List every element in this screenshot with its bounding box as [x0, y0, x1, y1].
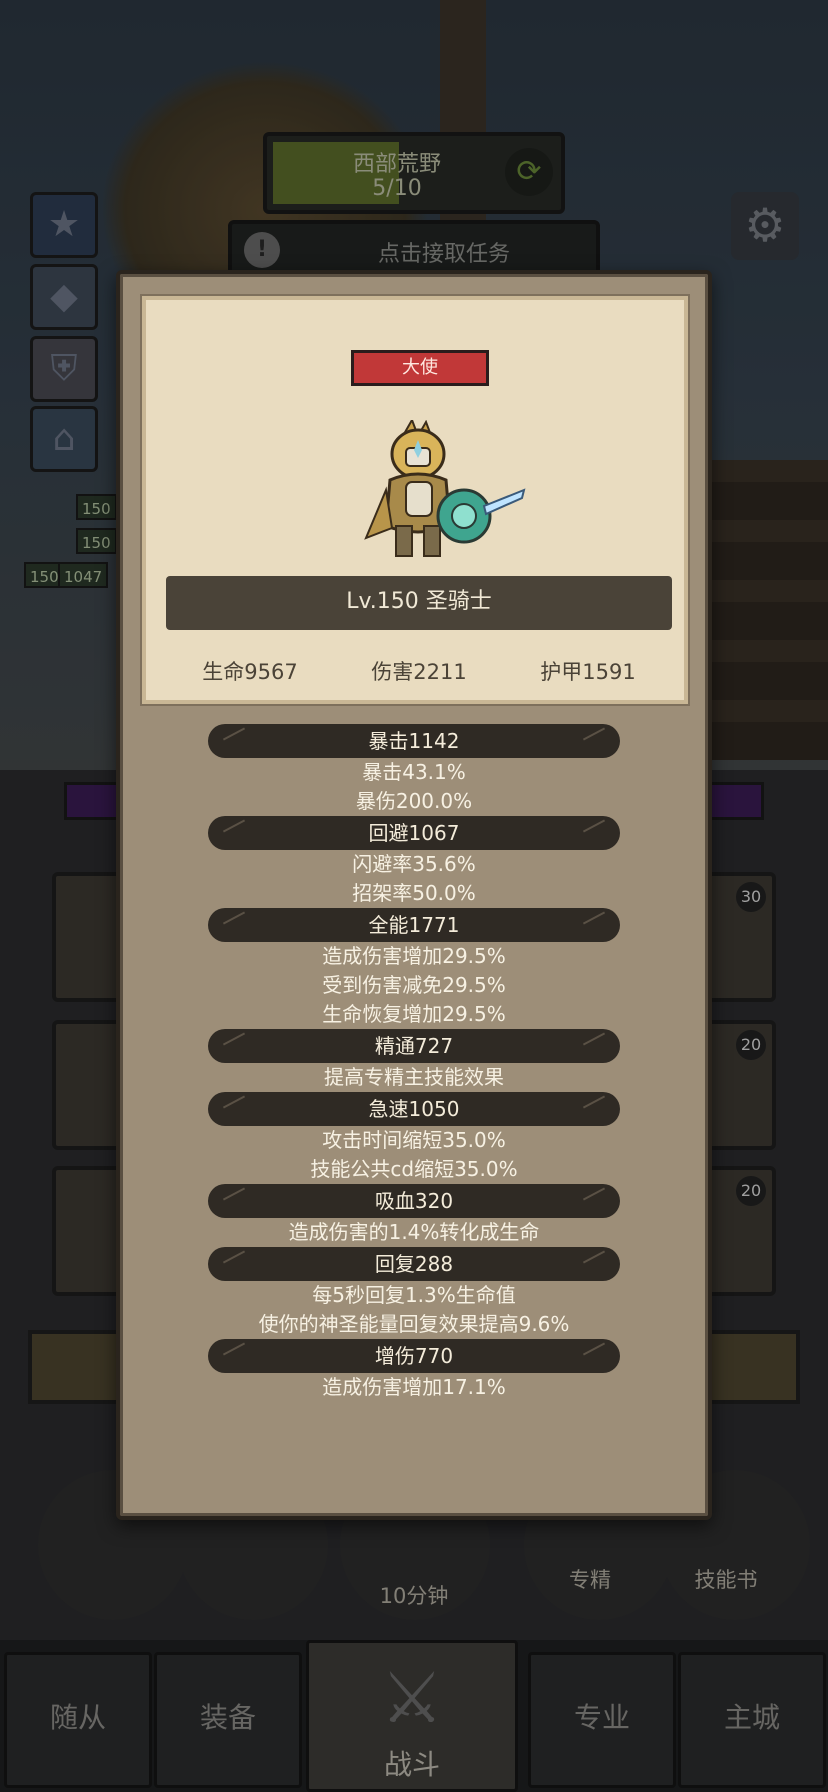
stat-list: 暴击1142 暴击43.1% 暴伤200.0% 回避1067 闪避率35.6% … — [120, 724, 708, 1402]
stat-header: 暴击1142 — [208, 724, 620, 758]
stat-header: 增伤770 — [208, 1339, 620, 1373]
hp-stat: 生命9567 — [202, 660, 298, 684]
stat-line: 提高专精主技能效果 — [324, 1065, 504, 1089]
stat-line: 技能公共cd缩短35.0% — [310, 1157, 518, 1181]
stat-line: 使你的神圣能量回复效果提高9.6% — [258, 1312, 570, 1336]
stat-group-haste: 急速1050 攻击时间缩短35.0% 技能公共cd缩短35.0% — [120, 1092, 708, 1184]
stat-line: 生命恢复增加29.5% — [322, 1002, 506, 1026]
stat-line: 造成伤害增加17.1% — [322, 1375, 506, 1399]
stat-line: 每5秒回复1.3%生命值 — [312, 1283, 516, 1307]
hero-panel: 大使 Lv.150 圣骑士 生命9567 伤害2211 护甲1591 — [142, 296, 688, 704]
rank-badge: 大使 — [351, 350, 489, 386]
stat-line: 暴伤200.0% — [355, 789, 473, 813]
stat-header: 急速1050 — [208, 1092, 620, 1126]
armor-stat: 护甲1591 — [540, 660, 636, 684]
stat-line: 攻击时间缩短35.0% — [322, 1128, 506, 1152]
stat-group-mastery: 精通727 提高专精主技能效果 — [120, 1029, 708, 1092]
stat-group-versatility: 全能1771 造成伤害增加29.5% 受到伤害减免29.5% 生命恢复增加29.… — [120, 908, 708, 1029]
stat-group-lifesteal: 吸血320 造成伤害的1.4%转化成生命 — [120, 1184, 708, 1247]
paladin-sprite — [364, 420, 526, 557]
stat-group-crit: 暴击1142 暴击43.1% 暴伤200.0% — [120, 724, 708, 816]
stat-group-regen: 回复288 每5秒回复1.3%生命值 使你的神圣能量回复效果提高9.6% — [120, 1247, 708, 1339]
hero-detail-modal: 大使 Lv.150 圣骑士 生命9567 伤害2211 护甲1591 暴击114… — [116, 270, 712, 1520]
stat-line: 造成伤害增加29.5% — [322, 944, 506, 968]
stat-line: 造成伤害的1.4%转化成生命 — [288, 1220, 540, 1244]
level-title: Lv.150 圣骑士 — [166, 576, 672, 630]
damage-stat: 伤害2211 — [371, 660, 467, 684]
stat-header: 回避1067 — [208, 816, 620, 850]
stat-line: 受到伤害减免29.5% — [322, 973, 506, 997]
stat-header: 回复288 — [208, 1247, 620, 1281]
stat-group-damage-boost: 增伤770 造成伤害增加17.1% — [120, 1339, 708, 1402]
stat-header: 精通727 — [208, 1029, 620, 1063]
stat-header: 吸血320 — [208, 1184, 620, 1218]
stat-line: 闪避率35.6% — [352, 852, 476, 876]
stat-group-avoidance: 回避1067 闪避率35.6% 招架率50.0% — [120, 816, 708, 908]
stat-line: 暴击43.1% — [362, 760, 466, 784]
stat-line: 招架率50.0% — [352, 881, 476, 905]
stat-header: 全能1771 — [208, 908, 620, 942]
